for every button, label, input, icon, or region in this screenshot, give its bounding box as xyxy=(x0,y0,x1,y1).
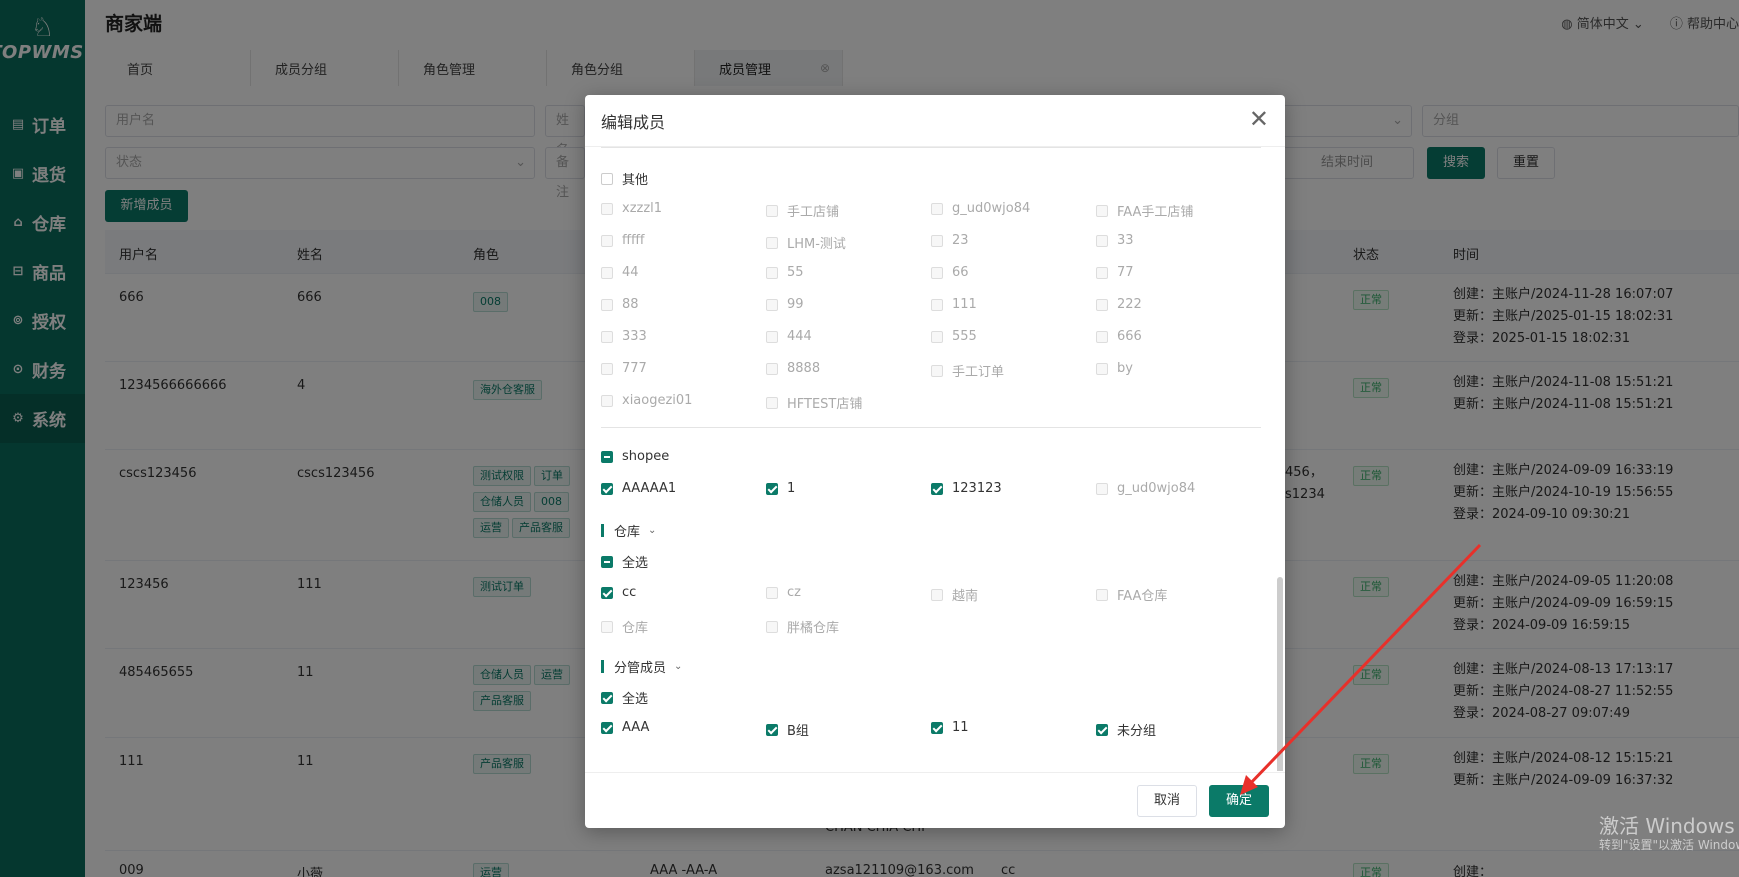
annotation-arrow xyxy=(1240,543,1482,795)
arrow-line xyxy=(1244,543,1482,790)
